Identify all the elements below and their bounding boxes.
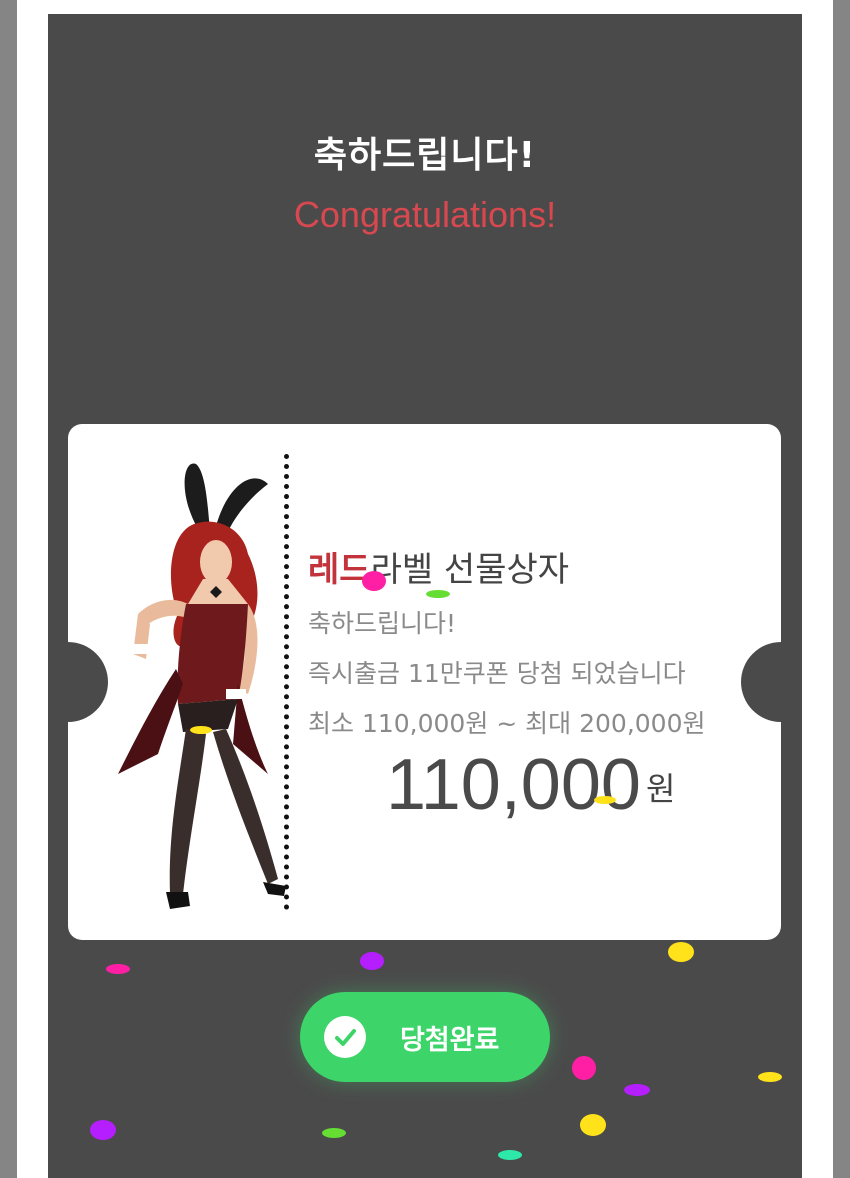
confetti-piece bbox=[758, 1072, 782, 1082]
confetti-piece bbox=[668, 942, 694, 962]
confetti-piece bbox=[106, 964, 130, 974]
prize-ticket: 레드라벨 선물상자 축하드립니다! 즉시출금 11만쿠폰 당첨 되었습니다 최소… bbox=[48, 424, 802, 940]
prize-name: 레드라벨 선물상자 bbox=[308, 542, 569, 591]
confetti-piece bbox=[190, 726, 212, 734]
check-icon bbox=[324, 1016, 366, 1058]
prize-line-range: 최소 110,000원 ~ 최대 200,000원 bbox=[308, 709, 706, 738]
confetti-piece bbox=[360, 952, 384, 970]
title-english: Congratulations! bbox=[293, 194, 557, 235]
ticket-perforation bbox=[284, 454, 289, 910]
prize-name-rest: 라벨 선물상자 bbox=[370, 550, 570, 590]
confetti-piece bbox=[322, 1128, 346, 1138]
confetti-piece bbox=[572, 1056, 596, 1080]
prize-amount: 110,000 bbox=[386, 745, 641, 825]
confetti-piece bbox=[624, 1084, 650, 1096]
confetti-piece bbox=[362, 571, 386, 591]
confetti-piece bbox=[426, 590, 450, 598]
confetti-piece bbox=[580, 1114, 606, 1136]
prize-amount-unit: 원 bbox=[646, 770, 676, 808]
prize-name-accent: 레드 bbox=[308, 550, 371, 590]
prize-line-coupon: 즉시출금 11만쿠폰 당첨 되었습니다 bbox=[308, 659, 686, 688]
confetti-piece bbox=[498, 1150, 522, 1160]
confetti-piece bbox=[594, 796, 616, 804]
title-korean: 축하드립니다! bbox=[313, 135, 537, 176]
confirm-win-label: 당첨완료 bbox=[400, 1025, 500, 1056]
prize-line-congrats: 축하드립니다! bbox=[308, 609, 457, 638]
ticket-notch-right bbox=[741, 642, 802, 722]
confetti-piece bbox=[90, 1120, 116, 1140]
prize-modal: 축하드립니다! Congratulations! 레드라벨 선물상자 축하드립니… bbox=[48, 14, 802, 1178]
character-illustration bbox=[118, 463, 286, 909]
confirm-win-button[interactable]: 당첨완료 bbox=[300, 992, 550, 1082]
